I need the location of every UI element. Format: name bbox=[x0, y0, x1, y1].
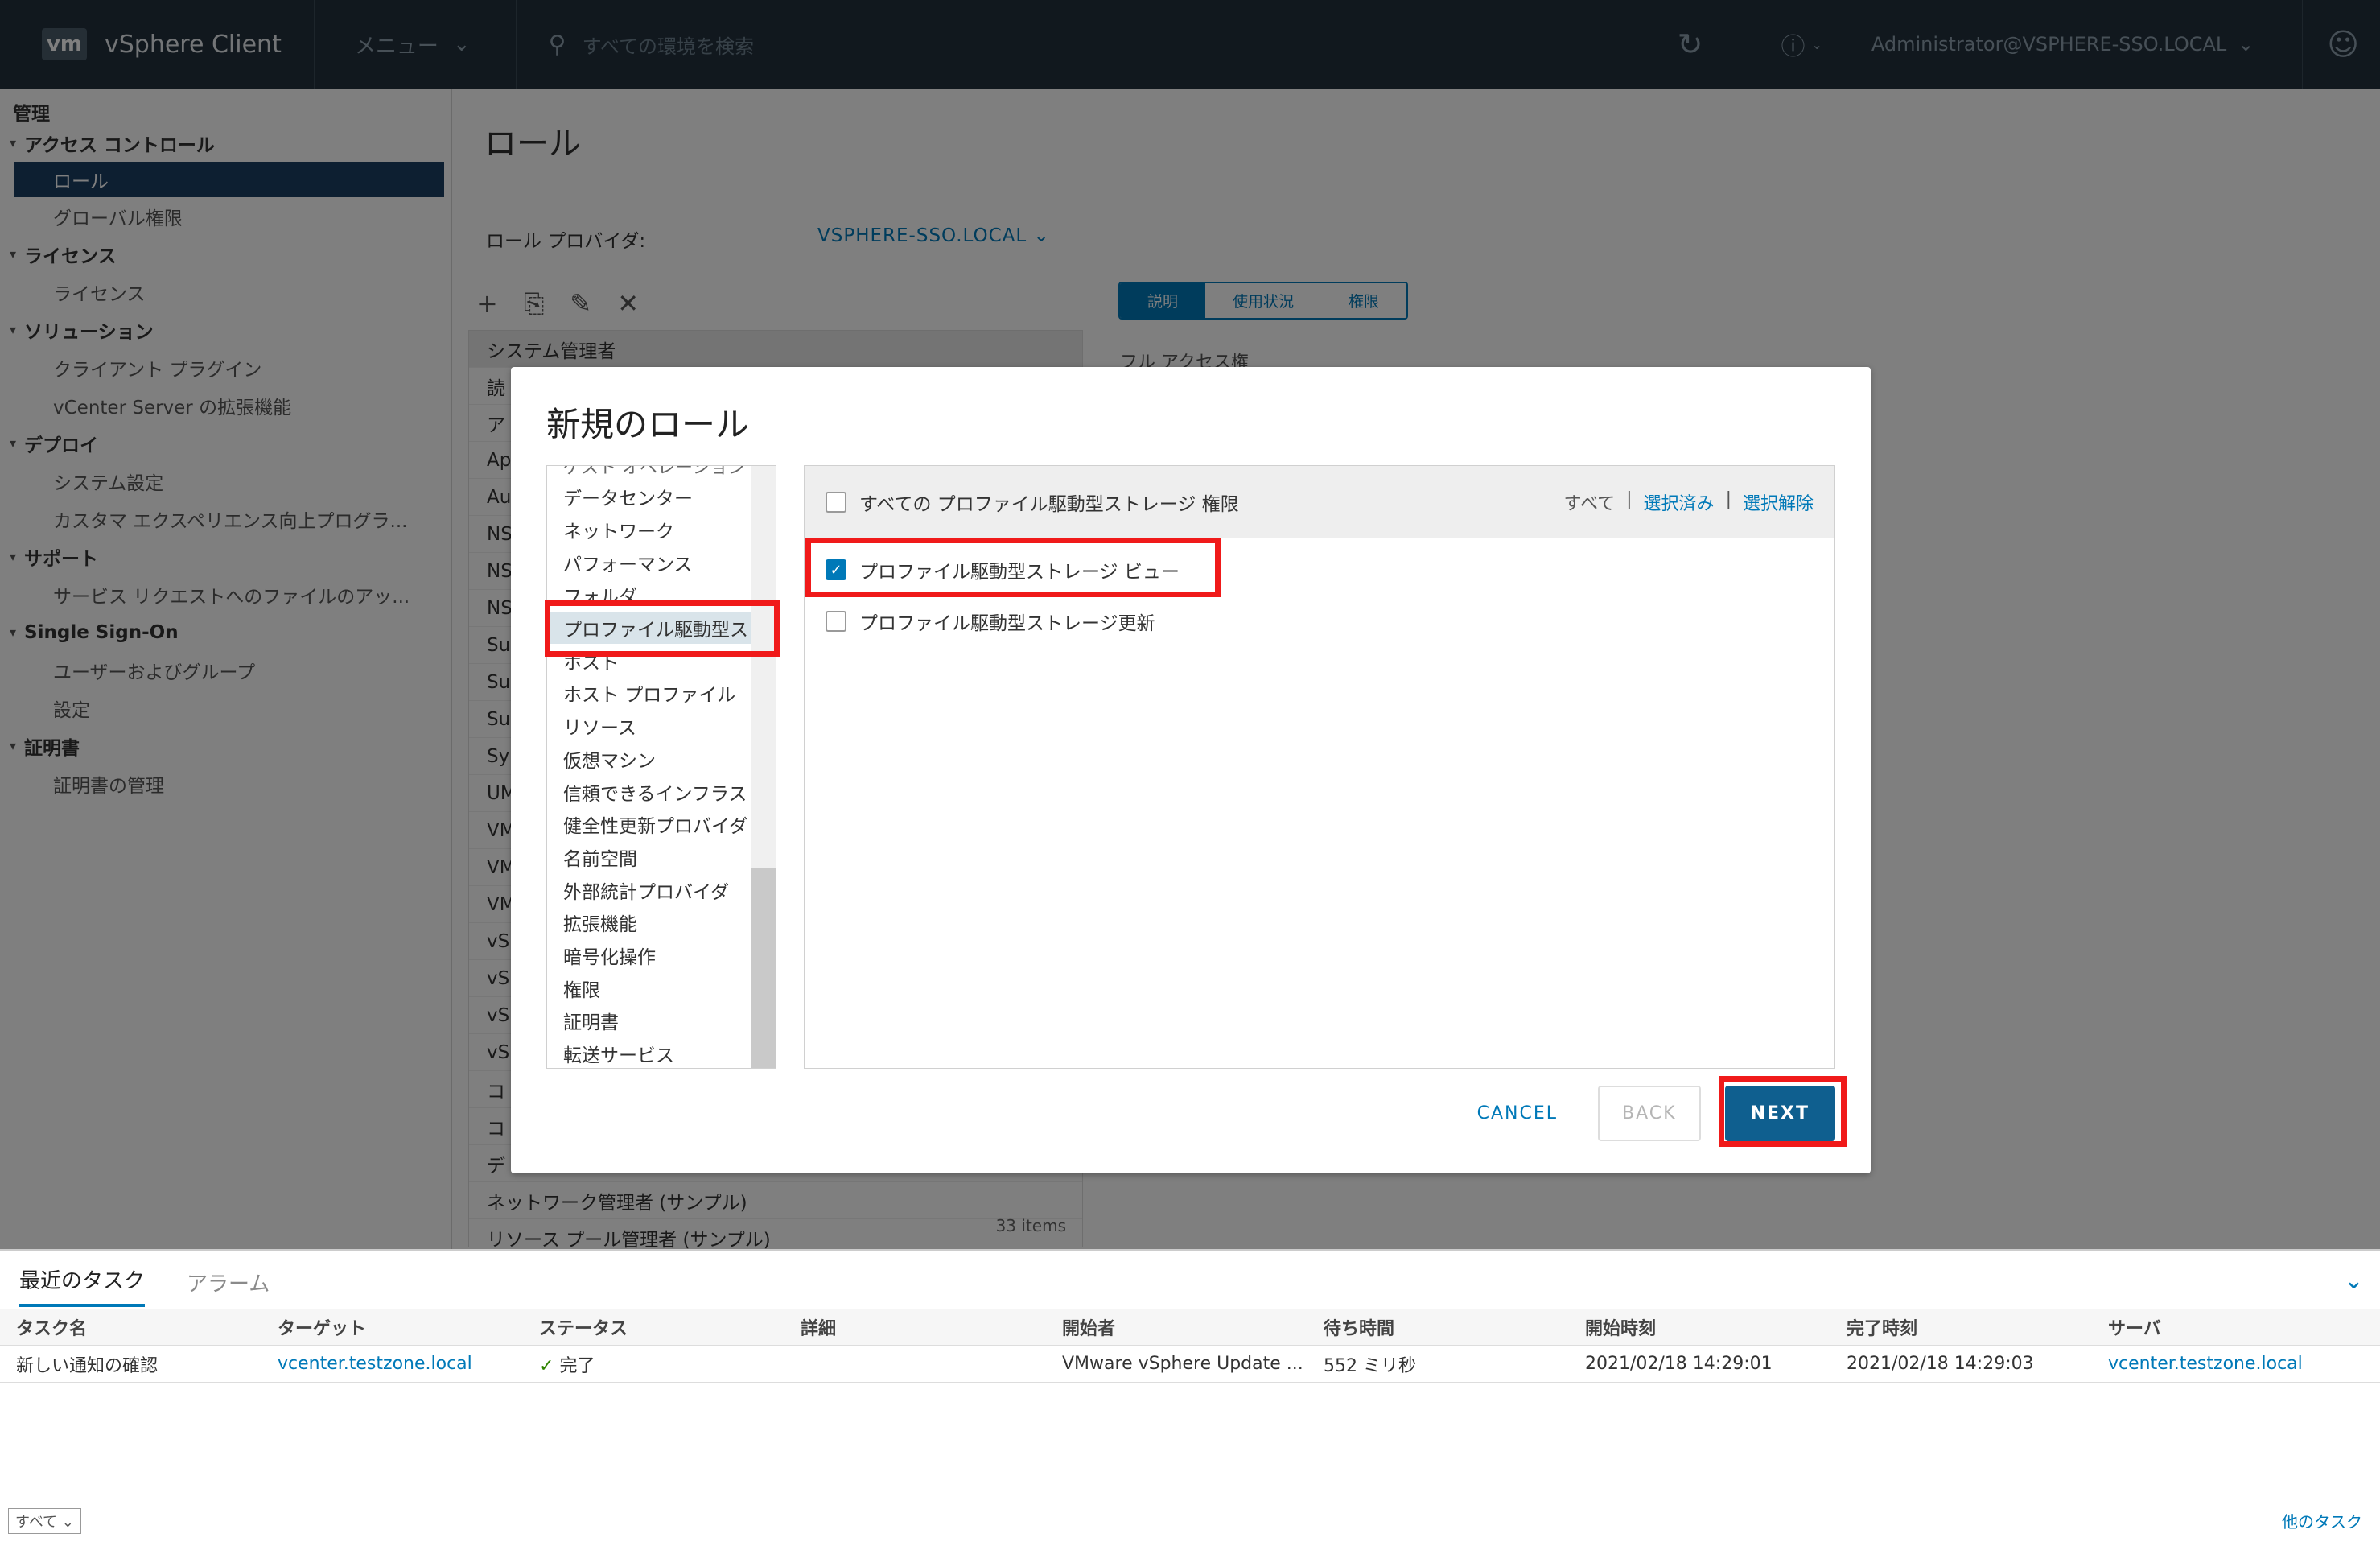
link-divider: | bbox=[1725, 489, 1731, 509]
column-header[interactable]: 待ち時間 bbox=[1307, 1314, 1569, 1340]
column-header[interactable]: ターゲット bbox=[261, 1314, 523, 1340]
category-item[interactable]: 健全性更新プロバイダ bbox=[547, 808, 764, 841]
scrollbar-thumb[interactable] bbox=[751, 868, 776, 1068]
highlight-next bbox=[1719, 1076, 1847, 1147]
category-item[interactable]: リソース bbox=[547, 710, 764, 743]
privilege-header: すべての プロファイル駆動型ストレージ 権限 すべて | 選択済み | 選択解除 bbox=[805, 466, 1834, 538]
highlight-privilege bbox=[805, 538, 1221, 597]
task-wait: 552 ミリ秒 bbox=[1324, 1355, 1416, 1376]
category-item[interactable]: パフォーマンス bbox=[547, 546, 764, 579]
highlight-category bbox=[545, 600, 780, 657]
task-target-link[interactable]: vcenter.testzone.local bbox=[261, 1354, 523, 1374]
more-tasks-link[interactable]: 他のタスク bbox=[2282, 1509, 2362, 1532]
table-row[interactable]: 新しい通知の確認 vcenter.testzone.local ✓ 完了 VMw… bbox=[0, 1346, 2380, 1383]
category-scrollbar[interactable] bbox=[751, 466, 776, 1068]
filter-selected-link[interactable]: 選択済み bbox=[1644, 489, 1715, 515]
tasks-table: タスク名 ターゲット ステータス 詳細 開始者 待ち時間 開始時刻 完了時刻 サ… bbox=[0, 1309, 2380, 1383]
category-item[interactable]: 拡張機能 bbox=[547, 906, 764, 939]
filter-all[interactable]: すべて bbox=[1564, 489, 1616, 515]
check-icon: ✓ bbox=[539, 1355, 560, 1376]
column-header[interactable]: タスク名 bbox=[0, 1314, 261, 1340]
column-header[interactable]: 開始者 bbox=[1046, 1314, 1307, 1340]
category-item[interactable]: 権限 bbox=[547, 971, 764, 1004]
column-header[interactable]: 詳細 bbox=[784, 1314, 1046, 1340]
category-item[interactable]: 暗号化操作 bbox=[547, 939, 764, 972]
tab-alarms[interactable]: アラーム bbox=[187, 1268, 270, 1307]
list-item-clipped[interactable]: ゲスト オペレーション bbox=[563, 466, 746, 479]
category-item[interactable]: 仮想マシン bbox=[547, 743, 764, 776]
all-privileges-label: すべての プロファイル駆動型ストレージ 権限 bbox=[859, 493, 1239, 515]
collapse-icon[interactable]: ⌄ bbox=[2344, 1267, 2364, 1295]
task-initiator: VMware vSphere Update ... bbox=[1062, 1354, 1303, 1374]
dialog-title: 新規のロール bbox=[546, 405, 750, 444]
category-item[interactable]: データセンター bbox=[547, 480, 764, 513]
category-item[interactable]: ネットワーク bbox=[547, 513, 764, 546]
category-item[interactable]: ホスト プロファイル bbox=[547, 677, 764, 710]
filter-value: すべて bbox=[15, 1514, 58, 1531]
new-role-dialog: 新規のロール ゲスト オペレーション データセンター ネットワーク パフォーマン… bbox=[511, 367, 1871, 1173]
task-filter-select[interactable]: すべて ⌄ bbox=[8, 1508, 81, 1534]
task-start: 2021/02/18 14:29:01 bbox=[1585, 1354, 1773, 1374]
privilege-label: プロファイル駆動型ストレージ更新 bbox=[859, 613, 1155, 634]
privilege-row[interactable]: プロファイル駆動型ストレージ更新 bbox=[805, 590, 1834, 653]
category-item[interactable]: 転送サービス bbox=[547, 1037, 764, 1068]
task-tabs: 最近のタスク アラーム bbox=[0, 1251, 2380, 1307]
table-header: タスク名 ターゲット ステータス 詳細 開始者 待ち時間 開始時刻 完了時刻 サ… bbox=[0, 1309, 2380, 1346]
column-header[interactable]: 開始時刻 bbox=[1569, 1314, 1830, 1340]
privilege-category-list: ゲスト オペレーション データセンター ネットワーク パフォーマンス フォルダ … bbox=[546, 465, 776, 1069]
tab-recent-tasks[interactable]: 最近のタスク bbox=[19, 1264, 146, 1307]
privilege-checkbox[interactable] bbox=[826, 611, 846, 632]
task-name: 新しい通知の確認 bbox=[16, 1355, 159, 1376]
recent-tasks-panel: 最近のタスク アラーム ⌄ タスク名 ターゲット ステータス 詳細 開始者 待ち… bbox=[0, 1249, 2380, 1542]
select-all-checkbox[interactable] bbox=[826, 491, 846, 513]
category-item[interactable]: 信頼できるインフラスト... bbox=[547, 775, 764, 808]
column-header[interactable]: 完了時刻 bbox=[1830, 1314, 2092, 1340]
link-divider: | bbox=[1626, 489, 1633, 509]
back-button[interactable]: BACK bbox=[1598, 1086, 1701, 1141]
privilege-filter-links: すべて | 選択済み | 選択解除 bbox=[1564, 489, 1814, 515]
task-end: 2021/02/18 14:29:03 bbox=[1847, 1354, 2034, 1374]
cancel-button[interactable]: CANCEL bbox=[1461, 1086, 1574, 1141]
category-item[interactable]: 名前空間 bbox=[547, 841, 764, 874]
category-item[interactable]: 外部統計プロバイダ bbox=[547, 873, 764, 906]
task-server-link[interactable]: vcenter.testzone.local bbox=[2092, 1354, 2353, 1374]
deselect-link[interactable]: 選択解除 bbox=[1743, 489, 1814, 515]
status-text: 完了 bbox=[559, 1355, 595, 1376]
column-header[interactable]: サーバ bbox=[2092, 1314, 2353, 1340]
column-header[interactable]: ステータス bbox=[523, 1314, 784, 1340]
category-item[interactable]: 証明書 bbox=[547, 1004, 764, 1037]
task-status: ✓ 完了 bbox=[523, 1351, 784, 1377]
